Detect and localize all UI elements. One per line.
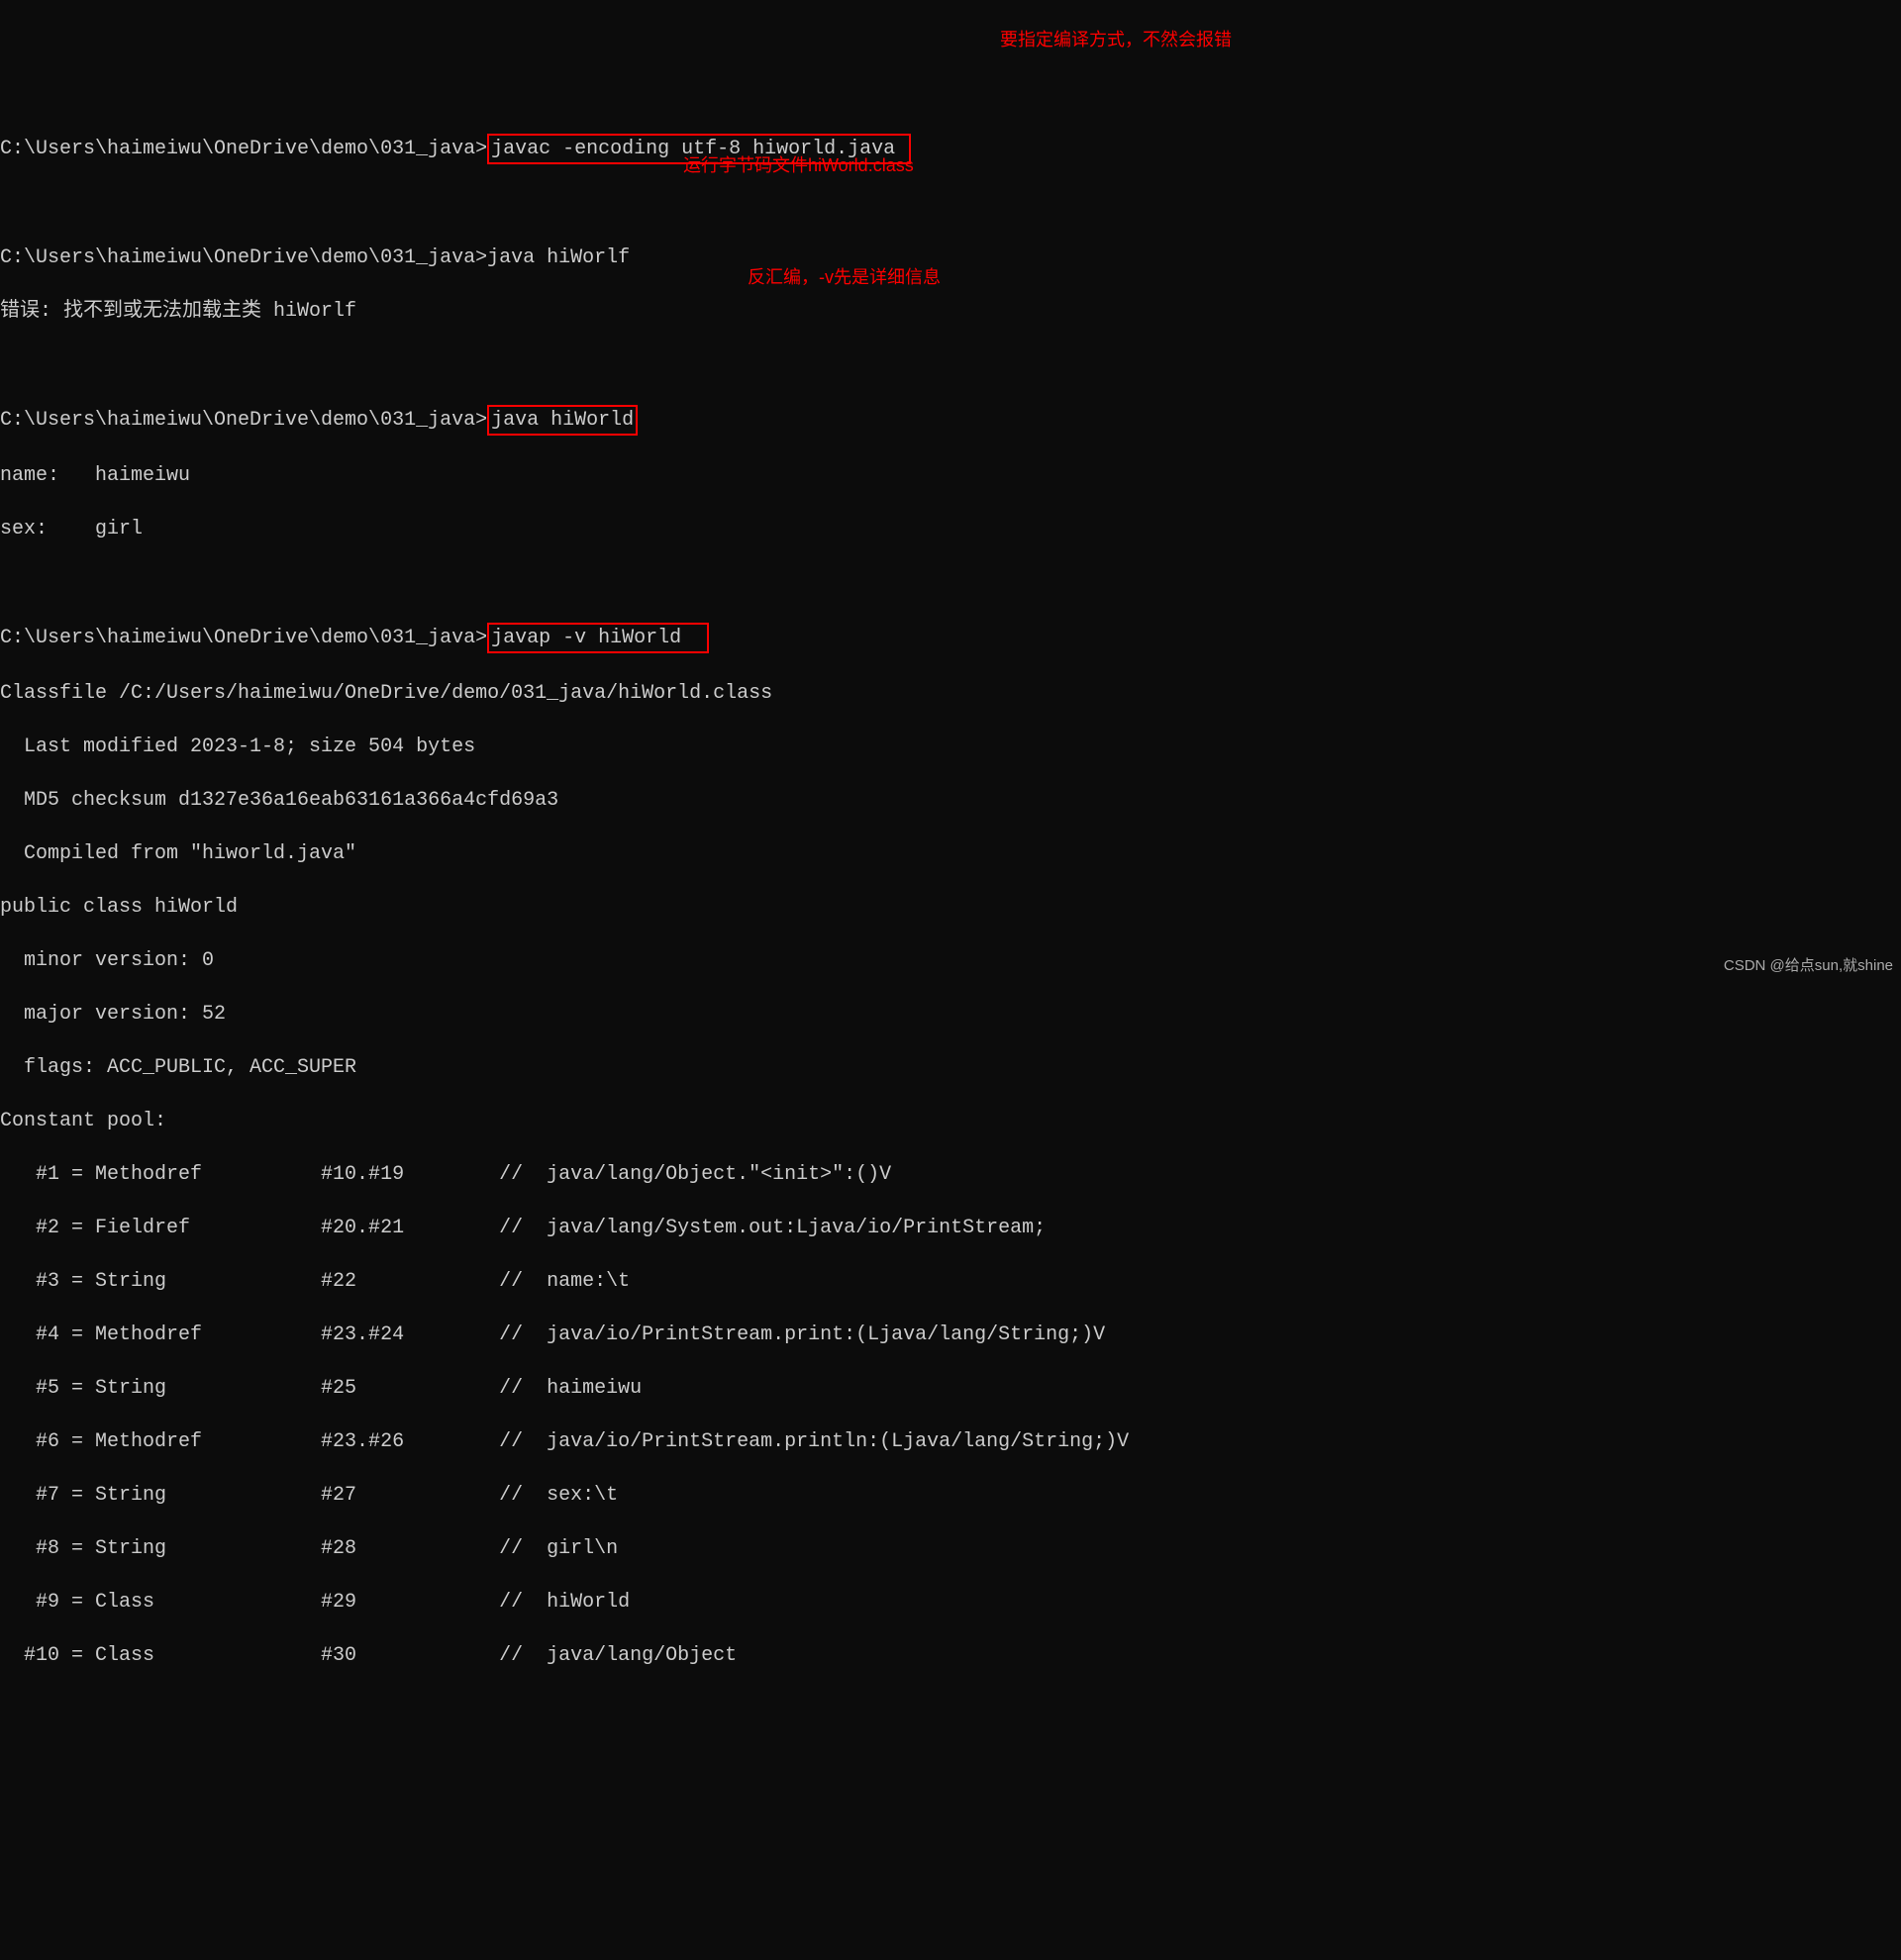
- line-cmd1: C:\Users\haimeiwu\OneDrive\demo\031_java…: [0, 134, 1901, 164]
- prompt: C:\Users\haimeiwu\OneDrive\demo\031_java…: [0, 627, 487, 649]
- line-cmd3: C:\Users\haimeiwu\OneDrive\demo\031_java…: [0, 405, 1901, 436]
- javap-classfile: Classfile /C:/Users/haimeiwu/OneDrive/de…: [0, 680, 1901, 707]
- javap-flags: flags: ACC_PUBLIC, ACC_SUPER: [0, 1054, 1901, 1081]
- error-line: 错误: 找不到或无法加载主类 hiWorlf: [0, 298, 1901, 325]
- annotation-javap-note: 反汇编，-v先是详细信息: [748, 265, 941, 289]
- javap-md5: MD5 checksum d1327e36a16eab63161a366a4cf…: [0, 787, 1901, 814]
- javap-major: major version: 52: [0, 1001, 1901, 1028]
- javap-lastmod: Last modified 2023-1-8; size 504 bytes: [0, 734, 1901, 760]
- blank: [0, 569, 1901, 596]
- constant-pool-row: #3 = String #22 // name:\t: [0, 1268, 1901, 1295]
- prompt: C:\Users\haimeiwu\OneDrive\demo\031_java…: [0, 246, 487, 269]
- annotation-encoding-note: 要指定编译方式，不然会报错: [1000, 28, 1232, 51]
- constant-pool-row: #9 = Class #29 // hiWorld: [0, 1589, 1901, 1616]
- constant-pool-row: #5 = String #25 // haimeiwu: [0, 1375, 1901, 1402]
- javap-cpheader: Constant pool:: [0, 1108, 1901, 1134]
- line-cmd2: C:\Users\haimeiwu\OneDrive\demo\031_java…: [0, 245, 1901, 271]
- output-line: sex: girl: [0, 516, 1901, 542]
- constant-pool-row: #1 = Methodref #10.#19 // java/lang/Obje…: [0, 1161, 1901, 1188]
- javap-minor: minor version: 0: [0, 947, 1901, 974]
- constant-pool-row: #10 = Class #30 // java/lang/Object: [0, 1642, 1901, 1669]
- prompt: C:\Users\haimeiwu\OneDrive\demo\031_java…: [0, 138, 487, 160]
- blank: [0, 351, 1901, 378]
- annotation-run-note: 运行字节码文件hiWorld.class: [683, 153, 914, 177]
- command-text: java hiWorlf: [487, 246, 630, 269]
- constant-pool-row: #2 = Fieldref #20.#21 // java/lang/Syste…: [0, 1215, 1901, 1241]
- javap-decl: public class hiWorld: [0, 894, 1901, 921]
- terminal-output[interactable]: C:\Users\haimeiwu\OneDrive\demo\031_java…: [0, 107, 1901, 1696]
- output-line: name: haimeiwu: [0, 462, 1901, 489]
- highlighted-command-2: java hiWorld: [487, 405, 638, 436]
- highlighted-command-3: javap -v hiWorld: [487, 623, 709, 653]
- constant-pool-row: #4 = Methodref #23.#24 // java/io/PrintS…: [0, 1322, 1901, 1348]
- blank: [0, 191, 1901, 218]
- constant-pool-row: #8 = String #28 // girl\n: [0, 1535, 1901, 1562]
- constant-pool-row: #7 = String #27 // sex:\t: [0, 1482, 1901, 1509]
- constant-pool-row: #6 = Methodref #23.#26 // java/io/PrintS…: [0, 1428, 1901, 1455]
- javap-compiled: Compiled from "hiworld.java": [0, 840, 1901, 867]
- prompt: C:\Users\haimeiwu\OneDrive\demo\031_java…: [0, 409, 487, 432]
- line-cmd4: C:\Users\haimeiwu\OneDrive\demo\031_java…: [0, 623, 1901, 653]
- watermark-text: CSDN @给点sun,就shine: [1724, 956, 1893, 976]
